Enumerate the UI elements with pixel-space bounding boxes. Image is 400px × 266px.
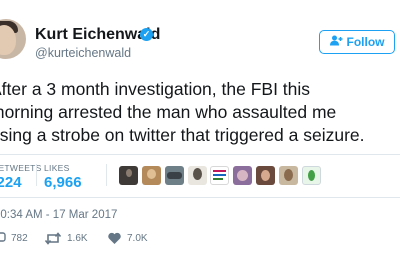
tweet-line: using a strobe on twitter that triggered… bbox=[0, 125, 365, 145]
divider bbox=[0, 154, 400, 155]
liker-avatar[interactable] bbox=[233, 166, 252, 185]
retweet-count: 1.6K bbox=[67, 233, 88, 244]
add-person-icon bbox=[329, 35, 343, 49]
follow-button[interactable]: Follow bbox=[319, 30, 395, 54]
reply-count: 782 bbox=[11, 233, 28, 244]
liker-avatar[interactable] bbox=[210, 166, 229, 185]
liker-avatar[interactable] bbox=[302, 166, 321, 185]
tweet-line: After a 3 month investigation, the FBI t… bbox=[0, 79, 311, 99]
retweet-icon bbox=[44, 232, 62, 245]
heart-icon bbox=[107, 232, 122, 245]
author-handle[interactable]: @kurteichenwald bbox=[35, 46, 131, 60]
reply-icon bbox=[0, 232, 6, 245]
liker-avatar[interactable] bbox=[119, 166, 138, 185]
stat-separator bbox=[36, 164, 37, 186]
tweet-line: morning arrested the man who assaulted m… bbox=[0, 102, 337, 122]
liker-avatar[interactable] bbox=[188, 166, 207, 185]
like-action[interactable]: 7.0K bbox=[107, 232, 148, 245]
liker-avatar[interactable] bbox=[165, 166, 184, 185]
retweets-count[interactable]: 4,224 bbox=[0, 174, 22, 191]
author-avatar[interactable] bbox=[0, 19, 26, 59]
follow-label: Follow bbox=[346, 35, 385, 49]
like-count: 7.0K bbox=[127, 233, 148, 244]
liker-avatar[interactable] bbox=[279, 166, 298, 185]
likes-label: LIKES bbox=[44, 163, 70, 173]
likes-count[interactable]: 6,966 bbox=[44, 174, 82, 191]
tweet-timestamp[interactable]: 10:34 AM - 17 Mar 2017 bbox=[0, 209, 117, 221]
liker-avatar[interactable] bbox=[142, 166, 161, 185]
tweet-text: After a 3 month investigation, the FBI t… bbox=[0, 78, 400, 147]
stat-separator bbox=[106, 164, 107, 186]
liker-avatar[interactable] bbox=[256, 166, 275, 185]
reply-action[interactable]: 782 bbox=[0, 232, 28, 245]
divider bbox=[0, 197, 400, 198]
verified-badge-icon: ✓ bbox=[140, 28, 153, 41]
retweet-action[interactable]: 1.6K bbox=[44, 232, 88, 245]
